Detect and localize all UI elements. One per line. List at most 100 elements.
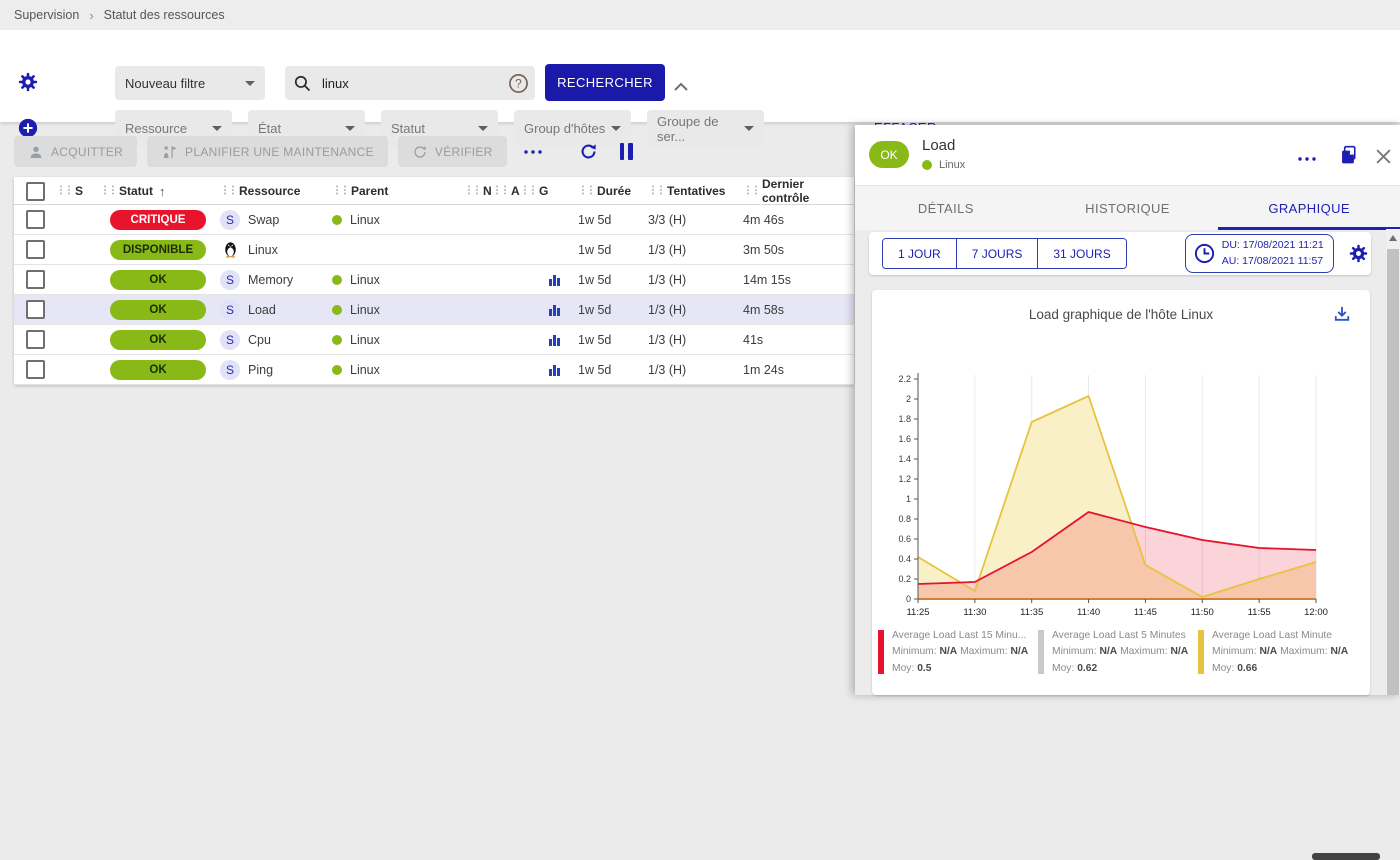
drag-handle-icon[interactable]: ⋮⋮	[492, 186, 508, 196]
search-help-icon[interactable]: ?	[508, 73, 529, 94]
acknowledge-button[interactable]: ACQUITTER	[14, 136, 137, 167]
panel-more-icon[interactable]	[1295, 149, 1319, 168]
scroll-up-arrow-icon[interactable]	[1389, 235, 1397, 241]
row-checkbox[interactable]	[26, 300, 45, 319]
vertical-scrollbar[interactable]	[1386, 229, 1400, 695]
table-row-load[interactable]: OK SLoad Linux 1w 5d 1/3 (H) 4m 58s	[14, 295, 854, 325]
drag-handle-icon[interactable]: ⋮⋮	[520, 186, 536, 196]
select-all-checkbox[interactable]	[26, 182, 45, 201]
legend-series-name: Average Load Last 15 Minu...	[892, 630, 1026, 641]
close-icon[interactable]	[1373, 146, 1394, 170]
range-7-days-button[interactable]: 7 JOURS	[957, 239, 1039, 268]
header-status[interactable]: ⋮⋮Statut↑	[100, 184, 220, 199]
table-row-cpu[interactable]: OK SCpu Linux 1w 5d 1/3 (H) 41s	[14, 325, 854, 355]
range-1-day-button[interactable]: 1 JOUR	[883, 239, 957, 268]
refresh-icon[interactable]	[579, 142, 598, 161]
table-row-swap[interactable]: CRITIQUE SSwap Linux 1w 5d 3/3 (H) 4m 46…	[14, 205, 854, 235]
graph-icon[interactable]	[548, 333, 578, 346]
chip-label: Ressource	[125, 121, 187, 136]
svg-text:0.6: 0.6	[898, 534, 911, 544]
service-icon: S	[220, 360, 240, 380]
header-resource[interactable]: ⋮⋮Ressource	[220, 184, 332, 198]
drag-handle-icon[interactable]: ⋮⋮	[56, 186, 72, 196]
resource-table: ⋮⋮S ⋮⋮Statut↑ ⋮⋮Ressource ⋮⋮Parent ⋮⋮N ⋮…	[14, 177, 854, 385]
search-button[interactable]: RECHERCHER	[545, 64, 665, 101]
table-row-memory[interactable]: OK SMemory Linux 1w 5d 1/3 (H) 14m 15s	[14, 265, 854, 295]
row-checkbox[interactable]	[26, 330, 45, 349]
row-checkbox[interactable]	[26, 210, 45, 229]
vertical-scrollbar-thumb[interactable]	[1387, 249, 1399, 695]
svg-text:1.8: 1.8	[898, 414, 911, 424]
graph-settings-gear-icon[interactable]	[1348, 243, 1369, 264]
duration-cell: 1w 5d	[578, 303, 648, 317]
header-tries[interactable]: ⋮⋮Tentatives	[648, 184, 743, 198]
copy-link-icon[interactable]	[1337, 142, 1362, 171]
resource-name: Swap	[248, 213, 279, 227]
row-checkbox[interactable]	[26, 240, 45, 259]
svg-text:2.2: 2.2	[898, 374, 911, 384]
horizontal-scrollbar-thumb[interactable]	[1312, 853, 1380, 860]
search-input[interactable]	[320, 75, 500, 92]
header-last-check[interactable]: ⋮⋮Dernier contrôle	[743, 177, 854, 205]
header-a[interactable]: ⋮⋮A	[492, 184, 520, 198]
graph-icon[interactable]	[548, 273, 578, 286]
tries-cell: 1/3 (H)	[648, 333, 743, 347]
tries-cell: 1/3 (H)	[648, 243, 743, 257]
graph-icon[interactable]	[548, 303, 578, 316]
resource-name: Ping	[248, 363, 273, 377]
header-parent[interactable]: ⋮⋮Parent	[332, 184, 464, 198]
svg-text:11:40: 11:40	[1077, 607, 1100, 618]
legend-item-load5[interactable]: Average Load Last 5 Minutes Minimum: N/A…	[1038, 628, 1198, 677]
breadcrumb-section[interactable]: Supervision	[14, 8, 79, 22]
drag-handle-icon[interactable]: ⋮⋮	[464, 186, 480, 196]
header-state[interactable]: ⋮⋮S	[56, 184, 100, 198]
pause-icon[interactable]	[620, 143, 633, 160]
legend-item-load15[interactable]: Average Load Last 15 Minu... Minimum: N/…	[878, 628, 1038, 677]
download-icon[interactable]	[1330, 302, 1354, 329]
status-badge: OK	[110, 300, 206, 320]
service-icon: S	[220, 210, 240, 230]
duration-cell: 1w 5d	[578, 243, 648, 257]
drag-handle-icon[interactable]: ⋮⋮	[220, 186, 236, 196]
table-row-linux-host[interactable]: DISPONIBLE Linux 1w 5d 1/3 (H) 3m 50s	[14, 235, 854, 265]
drag-handle-icon[interactable]: ⋮⋮	[332, 186, 348, 196]
legend-item-load1[interactable]: Average Load Last Minute Minimum: N/A Ma…	[1198, 628, 1358, 677]
chevron-down-icon	[345, 126, 355, 131]
action-toolbar: ACQUITTER PLANIFIER UNE MAINTENANCE VÉRI…	[14, 136, 633, 167]
maintenance-button[interactable]: PLANIFIER UNE MAINTENANCE	[147, 136, 388, 167]
tab-details[interactable]: DÉTAILS	[855, 186, 1037, 230]
resource-name: Cpu	[248, 333, 271, 347]
check-button[interactable]: VÉRIFIER	[398, 136, 507, 167]
person-icon	[28, 144, 44, 160]
breadcrumb: Supervision › Statut des ressources	[0, 0, 1400, 30]
collapse-filters-icon[interactable]	[674, 78, 688, 96]
svg-text:11:45: 11:45	[1134, 607, 1157, 618]
filter-chip-service-group[interactable]: Groupe de ser...	[647, 110, 764, 147]
custom-period-box[interactable]: DU: 17/08/2021 11:21 AU: 17/08/2021 11:5…	[1185, 234, 1334, 274]
panel-title: Load	[922, 137, 955, 154]
resource-detail-panel: OK Load Linux DÉTAILS HISTORIQUE GRAPHIQ…	[855, 125, 1400, 695]
drag-handle-icon[interactable]: ⋮⋮	[100, 186, 116, 196]
svg-text:11:55: 11:55	[1248, 607, 1271, 618]
header-n[interactable]: ⋮⋮N	[464, 184, 492, 198]
more-actions-icon[interactable]	[523, 148, 543, 156]
row-checkbox[interactable]	[26, 270, 45, 289]
status-badge: CRITIQUE	[110, 210, 206, 230]
drag-handle-icon[interactable]: ⋮⋮	[743, 186, 759, 196]
saved-filter-select[interactable]: Nouveau filtre	[115, 66, 265, 100]
last-check-cell: 14m 15s	[743, 273, 854, 287]
chevron-down-icon	[611, 126, 621, 131]
table-row-ping[interactable]: OK SPing Linux 1w 5d 1/3 (H) 1m 24s	[14, 355, 854, 385]
graph-icon[interactable]	[548, 363, 578, 376]
header-g[interactable]: ⋮⋮G	[520, 184, 548, 198]
header-duration[interactable]: ⋮⋮Durée	[578, 184, 648, 198]
range-31-days-button[interactable]: 31 JOURS	[1038, 239, 1125, 268]
search-box: ?	[285, 66, 535, 100]
tab-history[interactable]: HISTORIQUE	[1037, 186, 1219, 230]
filter-settings-gear-icon[interactable]	[17, 71, 39, 98]
svg-text:1.4: 1.4	[898, 454, 911, 464]
row-checkbox[interactable]	[26, 360, 45, 379]
tab-graph[interactable]: GRAPHIQUE	[1218, 186, 1400, 230]
drag-handle-icon[interactable]: ⋮⋮	[578, 186, 594, 196]
drag-handle-icon[interactable]: ⋮⋮	[648, 186, 664, 196]
